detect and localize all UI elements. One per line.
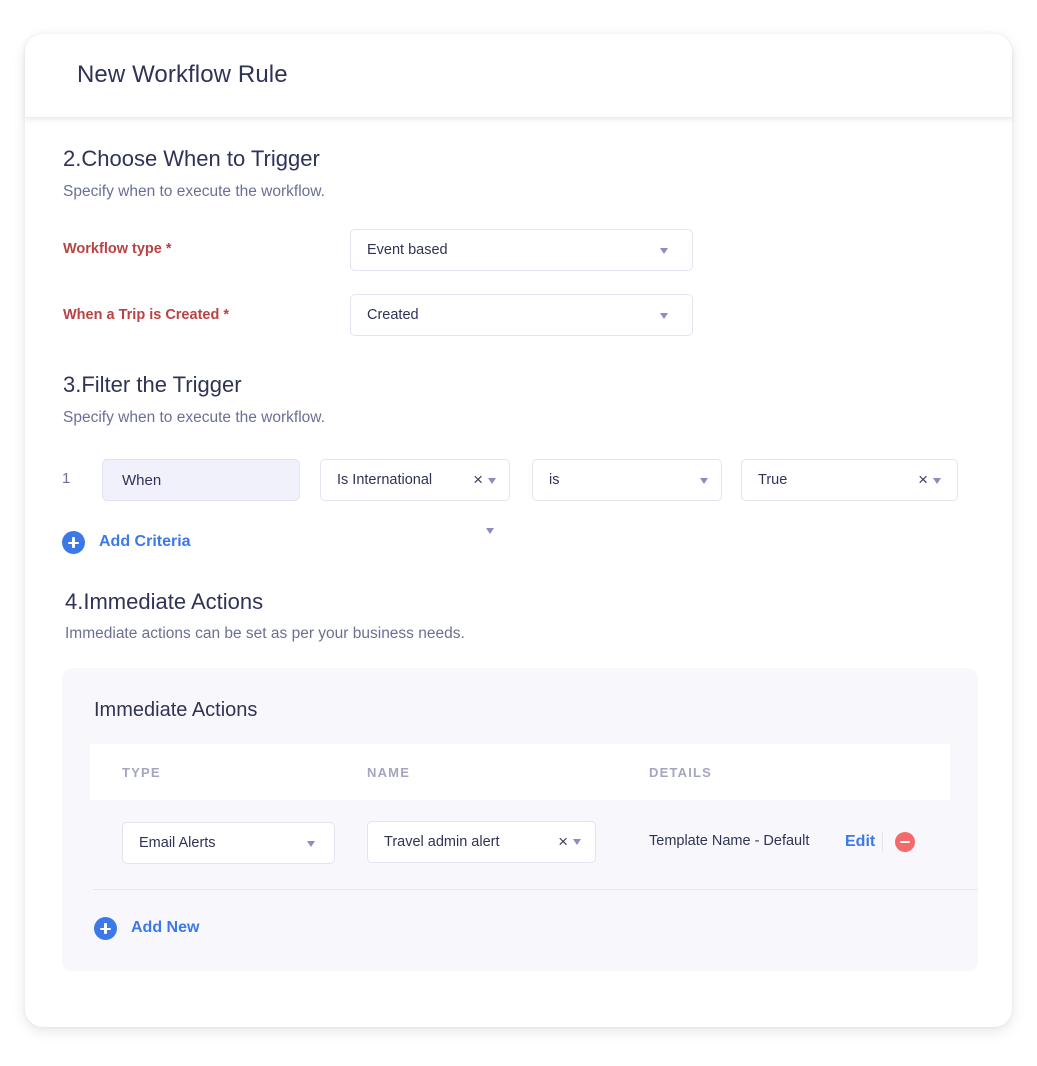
table-header: TYPE NAME DETAILS bbox=[90, 744, 950, 800]
criteria-value-select[interactable]: True × bbox=[741, 459, 958, 501]
card-header: New Workflow Rule bbox=[25, 34, 1012, 118]
close-icon[interactable]: × bbox=[918, 471, 928, 488]
action-details: Template Name - Default bbox=[649, 833, 810, 849]
column-header-name: NAME bbox=[367, 765, 411, 780]
actions-section-title: 4.Immediate Actions bbox=[65, 589, 264, 614]
filter-section-title: 3.Filter the Trigger bbox=[63, 372, 242, 397]
criteria-operator-select[interactable]: is bbox=[532, 459, 722, 501]
caret-down-icon bbox=[660, 248, 668, 254]
edit-button[interactable]: Edit bbox=[845, 833, 875, 851]
action-type-value: Email Alerts bbox=[139, 835, 216, 851]
immediate-actions-panel: Immediate Actions TYPE NAME DETAILS Emai… bbox=[62, 668, 978, 971]
trip-created-select[interactable]: Created bbox=[350, 294, 693, 336]
trip-created-value: Created bbox=[367, 307, 419, 323]
workflow-type-value: Event based bbox=[367, 242, 448, 258]
row-divider bbox=[93, 889, 978, 890]
close-icon[interactable]: × bbox=[558, 833, 568, 850]
plus-circle-icon bbox=[62, 531, 85, 554]
caret-down-icon[interactable] bbox=[933, 478, 941, 484]
action-type-select[interactable]: Email Alerts bbox=[122, 822, 335, 864]
criteria-index: 1 bbox=[62, 470, 71, 487]
filter-section-subtitle: Specify when to execute the workflow. bbox=[63, 409, 325, 426]
trip-created-label: When a Trip is Created * bbox=[63, 307, 229, 323]
plus-circle-icon bbox=[94, 917, 117, 940]
panel-title: Immediate Actions bbox=[94, 699, 258, 721]
add-new-button[interactable]: Add New bbox=[94, 916, 234, 940]
criteria-field-select[interactable]: Is International × bbox=[320, 459, 510, 501]
page-title: New Workflow Rule bbox=[77, 61, 288, 88]
add-new-label: Add New bbox=[131, 919, 200, 936]
criteria-field-value: Is International bbox=[337, 472, 433, 488]
add-criteria-button[interactable]: Add Criteria bbox=[62, 530, 202, 554]
criteria-operator-value: is bbox=[549, 472, 560, 488]
caret-down-icon[interactable] bbox=[573, 839, 581, 845]
trigger-section-subtitle: Specify when to execute the workflow. bbox=[63, 183, 325, 200]
caret-down-icon[interactable] bbox=[486, 528, 494, 534]
add-criteria-label: Add Criteria bbox=[99, 533, 191, 550]
criteria-when-label: When bbox=[122, 471, 162, 489]
criteria-when-field: When bbox=[102, 459, 300, 501]
workflow-type-label: Workflow type * bbox=[63, 241, 172, 257]
caret-down-icon bbox=[307, 841, 315, 847]
trigger-section-title: 2.Choose When to Trigger bbox=[63, 146, 320, 171]
close-icon[interactable]: × bbox=[473, 471, 483, 488]
caret-down-icon bbox=[660, 313, 668, 319]
caret-down-icon bbox=[700, 478, 708, 484]
minus-circle-icon[interactable] bbox=[895, 832, 915, 852]
caret-down-icon[interactable] bbox=[488, 478, 496, 484]
workflow-type-select[interactable]: Event based bbox=[350, 229, 693, 271]
actions-section-subtitle: Immediate actions can be set as per your… bbox=[65, 625, 465, 642]
column-header-details: DETAILS bbox=[649, 765, 713, 780]
divider bbox=[882, 832, 883, 852]
column-header-type: TYPE bbox=[122, 765, 161, 780]
action-name-select[interactable]: Travel admin alert × bbox=[367, 821, 596, 863]
